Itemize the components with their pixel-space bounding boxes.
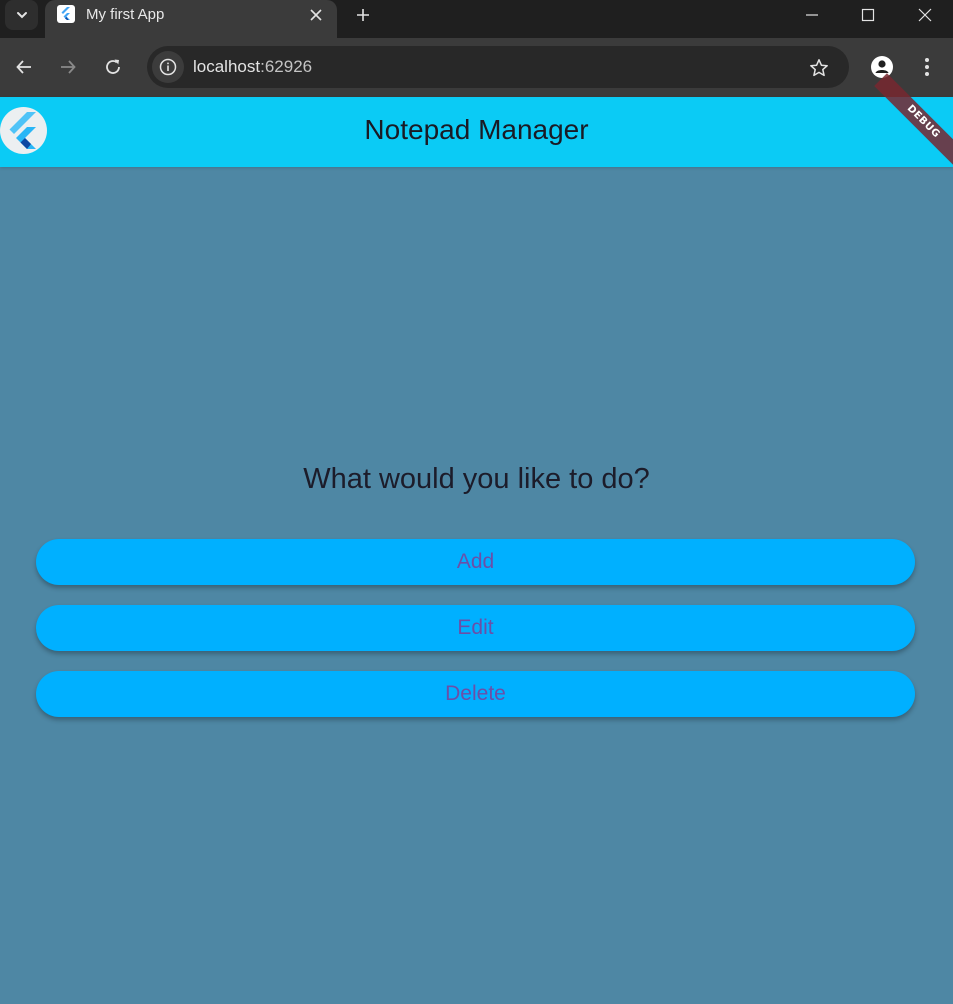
more-menu-icon[interactable] (911, 51, 943, 83)
new-tab-icon[interactable] (350, 2, 376, 28)
url-port: :62926 (260, 57, 313, 76)
url-host: localhost (193, 57, 261, 76)
browser-tabstrip: My first App (0, 0, 953, 38)
reload-icon[interactable] (97, 51, 129, 83)
browser-tab[interactable]: My first App (45, 0, 337, 38)
minimize-icon[interactable] (784, 0, 840, 30)
maximize-icon[interactable] (840, 0, 896, 30)
back-arrow-icon[interactable] (8, 51, 40, 83)
bookmark-star-icon[interactable] (805, 54, 833, 82)
chevron-down-icon (16, 12, 27, 19)
url-text: localhost:62926 (193, 57, 312, 77)
tab-search-button[interactable] (5, 0, 38, 30)
address-bar[interactable]: localhost:62926 (147, 46, 849, 88)
tab-title: My first App (86, 6, 165, 23)
prompt-heading: What would you like to do? (303, 463, 650, 495)
flutter-favicon-icon (57, 5, 75, 23)
close-window-icon[interactable] (897, 0, 953, 30)
browser-toolbar: localhost:62926 (0, 38, 953, 97)
add-button[interactable]: Add (36, 539, 915, 585)
edit-button[interactable]: Edit (36, 605, 915, 651)
forward-arrow-icon[interactable] (52, 51, 84, 83)
delete-button[interactable]: Delete (36, 671, 915, 717)
close-tab-icon[interactable] (305, 4, 327, 26)
app-title: Notepad Manager (364, 114, 589, 145)
info-icon[interactable] (152, 51, 184, 83)
app-bar: Notepad Manager (0, 97, 953, 167)
